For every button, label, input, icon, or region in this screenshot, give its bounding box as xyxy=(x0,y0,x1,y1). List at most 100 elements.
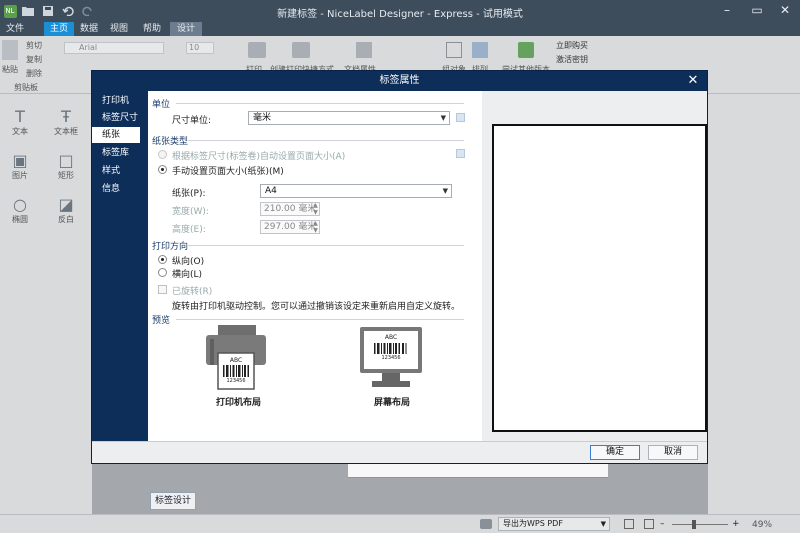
units-select[interactable]: 毫米 ▼ xyxy=(248,111,450,125)
tool-inverse[interactable]: ◪ 反白 xyxy=(46,196,86,225)
paper-select-value: A4 xyxy=(265,186,277,196)
zoom-out-button[interactable]: – xyxy=(660,519,665,529)
tool-rectangle[interactable]: □ 矩形 xyxy=(46,152,86,181)
tab-home[interactable]: 主页 xyxy=(44,22,74,36)
auto-page-size-radio[interactable] xyxy=(158,150,167,159)
ellipse-icon: ○ xyxy=(13,195,27,214)
screen-layout-label: 屏幕布局 xyxy=(374,398,411,408)
tool-label: 椭圆 xyxy=(12,215,28,224)
font-name-select[interactable]: Arial xyxy=(64,42,164,54)
printer-layout-label: 打印机布局 xyxy=(216,398,262,408)
tool-text[interactable]: T 文本 xyxy=(0,108,40,137)
printer-sample-text: ABC xyxy=(229,357,243,364)
ribbon-tabs: 文件 主页 数据 视图 帮助 设计 xyxy=(0,22,800,36)
tool-picture[interactable]: ▣ 图片 xyxy=(0,152,40,181)
divider xyxy=(176,103,464,104)
info-icon[interactable] xyxy=(456,149,465,158)
text-icon: T xyxy=(15,107,25,126)
portrait-label: 纵向(O) xyxy=(172,257,205,267)
dialog-body: 单位 尺寸单位: 毫米 ▼ 纸张类型 根据标签尺寸(标签卷)自动设置页面大小(A… xyxy=(148,91,707,441)
tool-label: 文本 xyxy=(12,127,28,136)
nav-label-size[interactable]: 标签尺寸 xyxy=(92,110,140,126)
tool-textbox[interactable]: Ŧ 文本框 xyxy=(46,108,86,137)
paste-label: 粘贴 xyxy=(2,65,18,74)
printer-sample-number: 123456 xyxy=(226,378,246,384)
tab-file[interactable]: 文件 xyxy=(0,22,30,36)
label-design-tab[interactable]: 标签设计 xyxy=(150,492,196,510)
nav-info[interactable]: 信息 xyxy=(92,181,140,197)
zoom-slider[interactable] xyxy=(672,524,728,525)
fit-page-icon[interactable] xyxy=(624,519,634,529)
units-section-title: 单位 xyxy=(152,100,171,110)
zoom-fit-icon[interactable] xyxy=(644,519,654,529)
printer-layout-icon[interactable]: ABC 123456 xyxy=(204,323,268,393)
paper-select[interactable]: A4 ▼ xyxy=(260,184,452,198)
manual-page-size-label: 手动设置页面大小(纸张)(M) xyxy=(172,167,284,177)
height-stepper[interactable]: ▲ ▼ xyxy=(311,220,320,234)
copy-button[interactable]: 复制 xyxy=(26,54,42,65)
zoom-in-button[interactable]: + xyxy=(732,519,740,529)
minimize-button[interactable]: – xyxy=(712,0,742,22)
layers-icon xyxy=(518,42,534,58)
tool-label: 文本框 xyxy=(54,127,78,136)
screen-sample-text: ABC xyxy=(384,334,398,341)
arrange-icon xyxy=(472,42,488,58)
printer-icon xyxy=(248,42,266,58)
cancel-button[interactable]: 取消 xyxy=(648,445,698,460)
tab-data[interactable]: 数据 xyxy=(74,22,104,36)
tab-design[interactable]: 设计 xyxy=(170,22,202,36)
delete-button[interactable]: 删除 xyxy=(26,68,42,79)
zoom-slider-thumb[interactable] xyxy=(692,520,696,529)
rotated-checkbox[interactable] xyxy=(158,285,167,294)
dialog-title: 标签属性 xyxy=(379,75,420,86)
width-stepper[interactable]: ▲ ▼ xyxy=(311,202,320,216)
font-size-select[interactable]: 10 xyxy=(186,42,214,54)
label-properties-dialog: 标签属性 ✕ 打印机 标签尺寸 纸张 标签库 样式 信息 单位 尺寸单位: 毫米… xyxy=(91,70,708,464)
maximize-button[interactable]: ▭ xyxy=(742,0,772,22)
dialog-footer: 确定 取消 xyxy=(92,441,707,463)
dialog-close-button[interactable]: ✕ xyxy=(685,73,701,89)
buy-now-button[interactable]: 立即购买 xyxy=(556,40,588,51)
doc-properties-icon xyxy=(356,42,372,58)
chevron-down-icon: ▼ xyxy=(600,520,606,528)
label-canvas[interactable] xyxy=(348,464,608,478)
ok-button[interactable]: 确定 xyxy=(590,445,640,460)
close-window-button[interactable]: ✕ xyxy=(770,0,800,22)
screen-layout-icon[interactable]: ABC 123456 xyxy=(358,325,424,391)
paste-icon[interactable] xyxy=(2,40,18,60)
rotation-note: 旋转由打印机驱动控制。您可以通过撤销该设定来重新启用自定义旋转。 xyxy=(172,302,461,312)
page-preview-panel xyxy=(482,91,707,441)
tool-label: 矩形 xyxy=(58,171,74,180)
units-select-value: 毫米 xyxy=(253,113,272,123)
units-label: 尺寸单位: xyxy=(172,116,212,126)
object-toolbox: T 文本 Ŧ 文本框 ▣ 图片 □ 矩形 ○ 椭圆 ◪ 反白 xyxy=(0,94,92,533)
manual-page-size-radio[interactable] xyxy=(158,165,167,174)
height-label: 高度(E): xyxy=(172,225,206,235)
window-title: 新建标签 - NiceLabel Designer - Express - 试用… xyxy=(277,9,523,20)
printer-select[interactable]: 导出为WPS PDF ▼ xyxy=(498,517,610,531)
activate-key-button[interactable]: 激活密钥 xyxy=(556,54,588,65)
textbox-icon: Ŧ xyxy=(61,107,71,126)
width-label: 宽度(W): xyxy=(172,207,209,217)
tool-ellipse[interactable]: ○ 椭圆 xyxy=(0,196,40,225)
nav-paper[interactable]: 纸张 xyxy=(92,127,140,143)
right-panel xyxy=(708,94,800,533)
divider xyxy=(188,140,464,141)
landscape-radio[interactable] xyxy=(158,268,167,277)
page-preview-paper xyxy=(492,124,707,432)
paper-label: 纸张(P): xyxy=(172,189,206,199)
tab-help[interactable]: 帮助 xyxy=(136,22,168,36)
clipboard-group-label: 剪贴板 xyxy=(14,83,38,92)
info-icon[interactable] xyxy=(456,113,465,122)
nav-style[interactable]: 样式 xyxy=(92,163,140,179)
print-shortcut-icon xyxy=(292,42,310,58)
orientation-section-title: 打印方向 xyxy=(152,242,189,252)
cut-button[interactable]: 剪切 xyxy=(26,40,42,51)
nav-printer[interactable]: 打印机 xyxy=(92,93,140,109)
auto-page-size-label: 根据标签尺寸(标签卷)自动设置页面大小(A) xyxy=(172,152,346,162)
nav-label-stock[interactable]: 标签库 xyxy=(92,145,140,161)
title-bar: NL 新建标签 - NiceLabel Designer - Express -… xyxy=(0,0,800,22)
tab-view[interactable]: 视图 xyxy=(104,22,134,36)
landscape-label: 横向(L) xyxy=(172,270,203,280)
portrait-radio[interactable] xyxy=(158,255,167,264)
